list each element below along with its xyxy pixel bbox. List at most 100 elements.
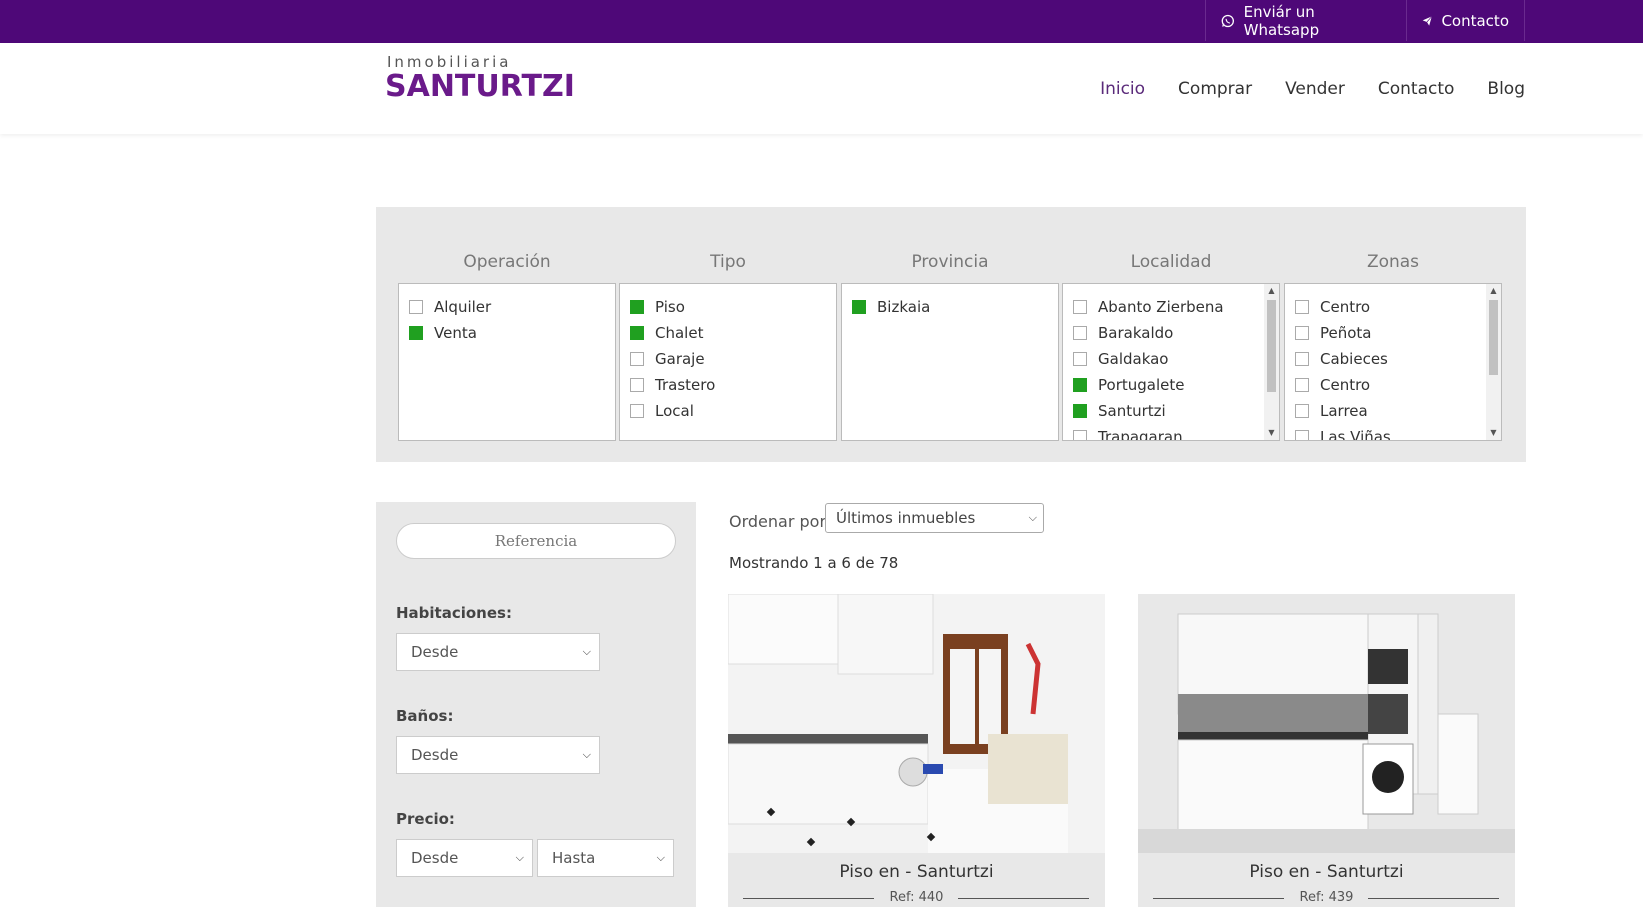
checkbox[interactable] (1295, 326, 1309, 340)
property-title[interactable]: Piso en - Santurtzi (728, 862, 1105, 882)
rooms-label: Habitaciones: (396, 604, 512, 622)
filter-option[interactable]: Venta (409, 320, 605, 346)
checkbox[interactable] (1295, 300, 1309, 314)
checkbox[interactable] (630, 352, 644, 366)
chevron-down-icon: ⌵ (656, 851, 665, 864)
checkbox[interactable] (852, 300, 866, 314)
rooms-select-value: Desde (411, 643, 459, 661)
filter-option[interactable]: Alquiler (409, 294, 605, 320)
filter-option[interactable]: Local (630, 398, 826, 424)
filter-option[interactable]: Portugalete (1073, 372, 1269, 398)
option-label: Peñota (1320, 324, 1372, 342)
filter-option[interactable]: Trastero (630, 372, 826, 398)
filter-option[interactable]: Bizkaia (852, 294, 1048, 320)
order-select[interactable]: Últimos inmuebles ⌵ (825, 503, 1044, 533)
checkbox[interactable] (630, 404, 644, 418)
site-header: Inmobiliaria SANTURTZI Inicio Comprar Ve… (0, 43, 1643, 134)
scroll-down-icon[interactable]: ▼ (1486, 426, 1501, 440)
filter-title: Tipo (710, 252, 746, 272)
scroll-thumb[interactable] (1489, 300, 1498, 375)
checkbox[interactable] (1073, 404, 1087, 418)
scroll-thumb[interactable] (1267, 300, 1276, 392)
checkbox[interactable] (409, 300, 423, 314)
filter-option[interactable]: Garaje (630, 346, 826, 372)
option-label: Trapagaran (1098, 428, 1183, 441)
checkbox[interactable] (1073, 326, 1087, 340)
filter-title: Provincia (911, 252, 989, 272)
checkbox[interactable] (409, 326, 423, 340)
filter-panel: Operación Alquiler Venta Tipo Piso Chale… (376, 207, 1526, 462)
option-label: Venta (434, 324, 477, 342)
property-photo[interactable] (728, 594, 1105, 853)
option-label: Cabieces (1320, 350, 1388, 368)
filter-option[interactable]: Larrea (1295, 398, 1491, 424)
contact-button[interactable]: Contacto (1406, 0, 1525, 41)
option-label: Larrea (1320, 402, 1368, 420)
nav-vender[interactable]: Vender (1285, 79, 1345, 99)
logo[interactable]: Inmobiliaria SANTURTZI (385, 53, 575, 104)
filter-option[interactable]: Santurtzi (1073, 398, 1269, 424)
property-card[interactable]: Piso en - Santurtzi Ref: 440 (728, 594, 1105, 907)
filter-operacion: Operación Alquiler Venta (398, 252, 616, 441)
order-label: Ordenar por: (729, 512, 832, 531)
property-title[interactable]: Piso en - Santurtzi (1138, 862, 1515, 882)
checkbox[interactable] (1073, 430, 1087, 440)
nav-inicio[interactable]: Inicio (1100, 79, 1145, 99)
option-label: Garaje (655, 350, 705, 368)
checkbox[interactable] (1295, 378, 1309, 392)
filter-list: Alquiler Venta (398, 283, 616, 441)
top-bar: Enviár un Whatsapp Contacto (0, 0, 1643, 43)
scrollbar[interactable]: ▲ ▼ (1264, 284, 1279, 440)
reference-input[interactable]: Referencia (396, 523, 676, 559)
filter-option[interactable]: Cabieces (1295, 346, 1491, 372)
whatsapp-button[interactable]: Enviár un Whatsapp (1205, 0, 1406, 41)
checkbox[interactable] (1073, 378, 1087, 392)
scroll-up-icon[interactable]: ▲ (1264, 284, 1279, 298)
main-nav: Inicio Comprar Vender Contacto Blog (1100, 79, 1525, 99)
checkbox[interactable] (1295, 404, 1309, 418)
filter-tipo: Tipo Piso Chalet Garaje Trastero Local (619, 252, 837, 441)
baths-select[interactable]: Desde ⌵ (396, 736, 600, 774)
filter-localidad: Localidad Abanto Zierbena Barakaldo Gald… (1062, 252, 1280, 441)
checkbox[interactable] (1073, 352, 1087, 366)
price-to-value: Hasta (552, 849, 596, 867)
nav-contacto[interactable]: Contacto (1378, 79, 1455, 99)
logo-title: SANTURTZI (385, 69, 575, 104)
nav-comprar[interactable]: Comprar (1178, 79, 1252, 99)
checkbox[interactable] (630, 378, 644, 392)
filter-option[interactable]: Las Viñas (1295, 424, 1491, 440)
price-to-select[interactable]: Hasta ⌵ (537, 839, 674, 877)
filter-option[interactable]: Centro (1295, 294, 1491, 320)
price-from-value: Desde (411, 849, 459, 867)
checkbox[interactable] (1295, 430, 1309, 440)
filter-option[interactable]: Abanto Zierbena (1073, 294, 1269, 320)
divider (958, 898, 1089, 899)
scroll-down-icon[interactable]: ▼ (1264, 426, 1279, 440)
filter-option[interactable]: Chalet (630, 320, 826, 346)
baths-label: Baños: (396, 707, 454, 725)
property-card[interactable]: Piso en - Santurtzi Ref: 439 (1138, 594, 1515, 907)
checkbox[interactable] (630, 300, 644, 314)
checkbox[interactable] (1295, 352, 1309, 366)
filter-option[interactable]: Barakaldo (1073, 320, 1269, 346)
option-label: Bizkaia (877, 298, 931, 316)
filter-option[interactable]: Peñota (1295, 320, 1491, 346)
filter-option[interactable]: Piso (630, 294, 826, 320)
filter-option[interactable]: Trapagaran (1073, 424, 1269, 441)
filter-list: Bizkaia (841, 283, 1059, 441)
rooms-select[interactable]: Desde ⌵ (396, 633, 600, 671)
option-label: Trastero (655, 376, 716, 394)
scrollbar[interactable]: ▲ ▼ (1486, 284, 1501, 440)
contact-label: Contacto (1441, 11, 1509, 30)
property-photo[interactable] (1138, 594, 1515, 853)
whatsapp-label: Enviár un Whatsapp (1243, 2, 1320, 39)
nav-blog[interactable]: Blog (1487, 79, 1525, 99)
divider (1368, 898, 1499, 899)
price-from-select[interactable]: Desde ⌵ (396, 839, 533, 877)
filter-option[interactable]: Centro (1295, 372, 1491, 398)
checkbox[interactable] (1073, 300, 1087, 314)
scroll-up-icon[interactable]: ▲ (1486, 284, 1501, 298)
option-label: Galdakao (1098, 350, 1169, 368)
checkbox[interactable] (630, 326, 644, 340)
filter-option[interactable]: Galdakao (1073, 346, 1269, 372)
